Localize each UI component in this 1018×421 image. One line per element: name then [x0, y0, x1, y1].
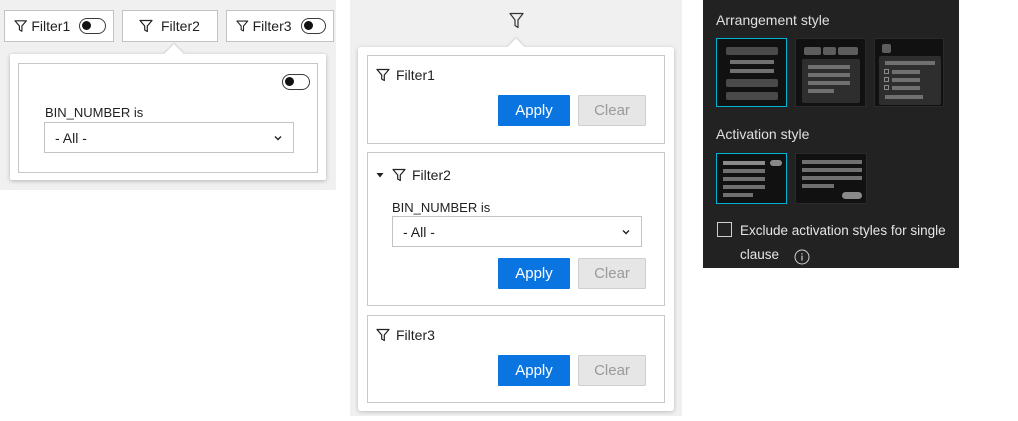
apply-button[interactable]: Apply — [498, 258, 570, 289]
filter1-chip[interactable]: Filter1 — [4, 10, 114, 42]
popover-arrow — [507, 38, 525, 56]
thumb-line — [802, 184, 834, 188]
thumb-checkbox — [884, 77, 889, 82]
arrangement-option-icon[interactable] — [874, 38, 944, 107]
thumb-line — [808, 65, 850, 69]
apply-button[interactable]: Apply — [498, 355, 570, 386]
thumb-bar — [726, 79, 778, 87]
filter-icon — [376, 68, 390, 82]
activation-option-toggle[interactable] — [716, 153, 787, 204]
exclude-activation-checkbox[interactable] — [717, 222, 732, 237]
bin-number-select[interactable]: - All - — [392, 216, 642, 247]
filter2-header[interactable]: Filter2 — [376, 167, 451, 183]
thumb-bar — [726, 92, 778, 100]
filter3-toggle[interactable] — [300, 18, 326, 34]
thumb-checkbox — [884, 85, 889, 90]
filter3-title: Filter3 — [396, 327, 435, 343]
thumb-line — [730, 60, 774, 64]
filter3-chip[interactable]: Filter3 — [226, 10, 334, 42]
caret-down-icon[interactable] — [376, 171, 384, 179]
thumb-chip — [823, 47, 836, 55]
info-icon[interactable] — [794, 249, 810, 265]
filter-icon — [14, 20, 27, 32]
filter2-popover: BIN_NUMBER is - All - — [10, 44, 326, 180]
apply-button[interactable]: Apply — [498, 95, 570, 126]
filter2-label: Filter2 — [161, 18, 200, 34]
field-label: BIN_NUMBER is — [392, 200, 491, 215]
filter-icon — [376, 328, 390, 342]
thumb-line — [802, 168, 862, 172]
thumb-line — [802, 176, 862, 180]
thumb-line — [808, 89, 834, 93]
filter2-title: Filter2 — [412, 167, 451, 183]
thumb-chip — [804, 47, 821, 55]
exclude-activation-label-cont: clause — [740, 247, 780, 262]
thumb-bar — [726, 47, 778, 55]
chevron-down-icon — [274, 135, 282, 140]
filter2-card: Filter2 BIN_NUMBER is - All - Apply Clea… — [367, 152, 665, 306]
clear-button[interactable]: Clear — [578, 258, 646, 289]
clause-toggle[interactable] — [282, 74, 310, 90]
thumb-line — [802, 160, 862, 164]
filter3-label: Filter3 — [252, 18, 292, 34]
select-value: - All - — [55, 129, 87, 146]
thumb-line — [892, 70, 920, 74]
thumb-line — [892, 78, 920, 82]
clear-button[interactable]: Clear — [578, 355, 646, 386]
filter-bar-panel: Filter1 Filter2 Filter3 BIN_NUMBER is - … — [0, 0, 336, 190]
filter1-card: Filter1 Apply Clear — [367, 55, 665, 144]
thumb-line — [723, 161, 765, 165]
filter3-card: Filter3 Apply Clear — [367, 315, 665, 403]
bin-number-select[interactable]: - All - — [44, 122, 294, 153]
clear-button[interactable]: Clear — [578, 95, 646, 126]
activation-style-title: Activation style — [716, 126, 810, 142]
thumb-line — [808, 73, 850, 77]
arrangement-option-block[interactable] — [716, 38, 787, 107]
select-value: - All - — [403, 223, 435, 240]
popover-arrow — [164, 44, 184, 64]
filter1-title: Filter1 — [396, 67, 435, 83]
exclude-activation-label: Exclude activation styles for single — [740, 223, 946, 238]
filter-list-panel: Filter1 Apply Clear Filter2 BIN_NUMBER i… — [350, 0, 682, 416]
filter-icon — [392, 168, 406, 182]
filter3-header: Filter3 — [376, 327, 435, 343]
filter1-header: Filter1 — [376, 67, 435, 83]
activation-option-button[interactable] — [795, 153, 867, 204]
thumb-line — [808, 81, 850, 85]
field-label: BIN_NUMBER is — [45, 105, 144, 120]
filter2-chip[interactable]: Filter2 — [122, 10, 218, 42]
thumb-line — [723, 193, 753, 197]
thumb-chip — [838, 47, 858, 55]
filter1-toggle[interactable] — [79, 18, 106, 34]
thumb-line — [885, 61, 935, 65]
thumb-line — [730, 69, 774, 73]
arrangement-style-title: Arrangement style — [716, 12, 830, 28]
filter2-popover-content: BIN_NUMBER is - All - — [18, 63, 318, 173]
thumb-toggle — [770, 160, 782, 166]
thumb-button — [842, 192, 862, 199]
thumb-checkbox — [884, 69, 889, 74]
chevron-down-icon — [622, 229, 630, 234]
thumb-line — [892, 86, 920, 90]
filter-icon[interactable] — [509, 12, 524, 29]
thumb-line — [723, 185, 765, 189]
thumb-line — [885, 95, 923, 99]
thumb-icon — [882, 44, 891, 53]
filter1-label: Filter1 — [31, 18, 71, 34]
filter-icon — [139, 19, 153, 33]
thumb-line — [723, 177, 765, 181]
thumb-line — [723, 169, 765, 173]
filter-icon — [236, 20, 249, 32]
arrangement-option-popper[interactable] — [795, 38, 866, 107]
style-settings-panel: Arrangement style Activation style Exclu… — [703, 0, 959, 268]
filter-list-popover: Filter1 Apply Clear Filter2 BIN_NUMBER i… — [358, 38, 674, 411]
